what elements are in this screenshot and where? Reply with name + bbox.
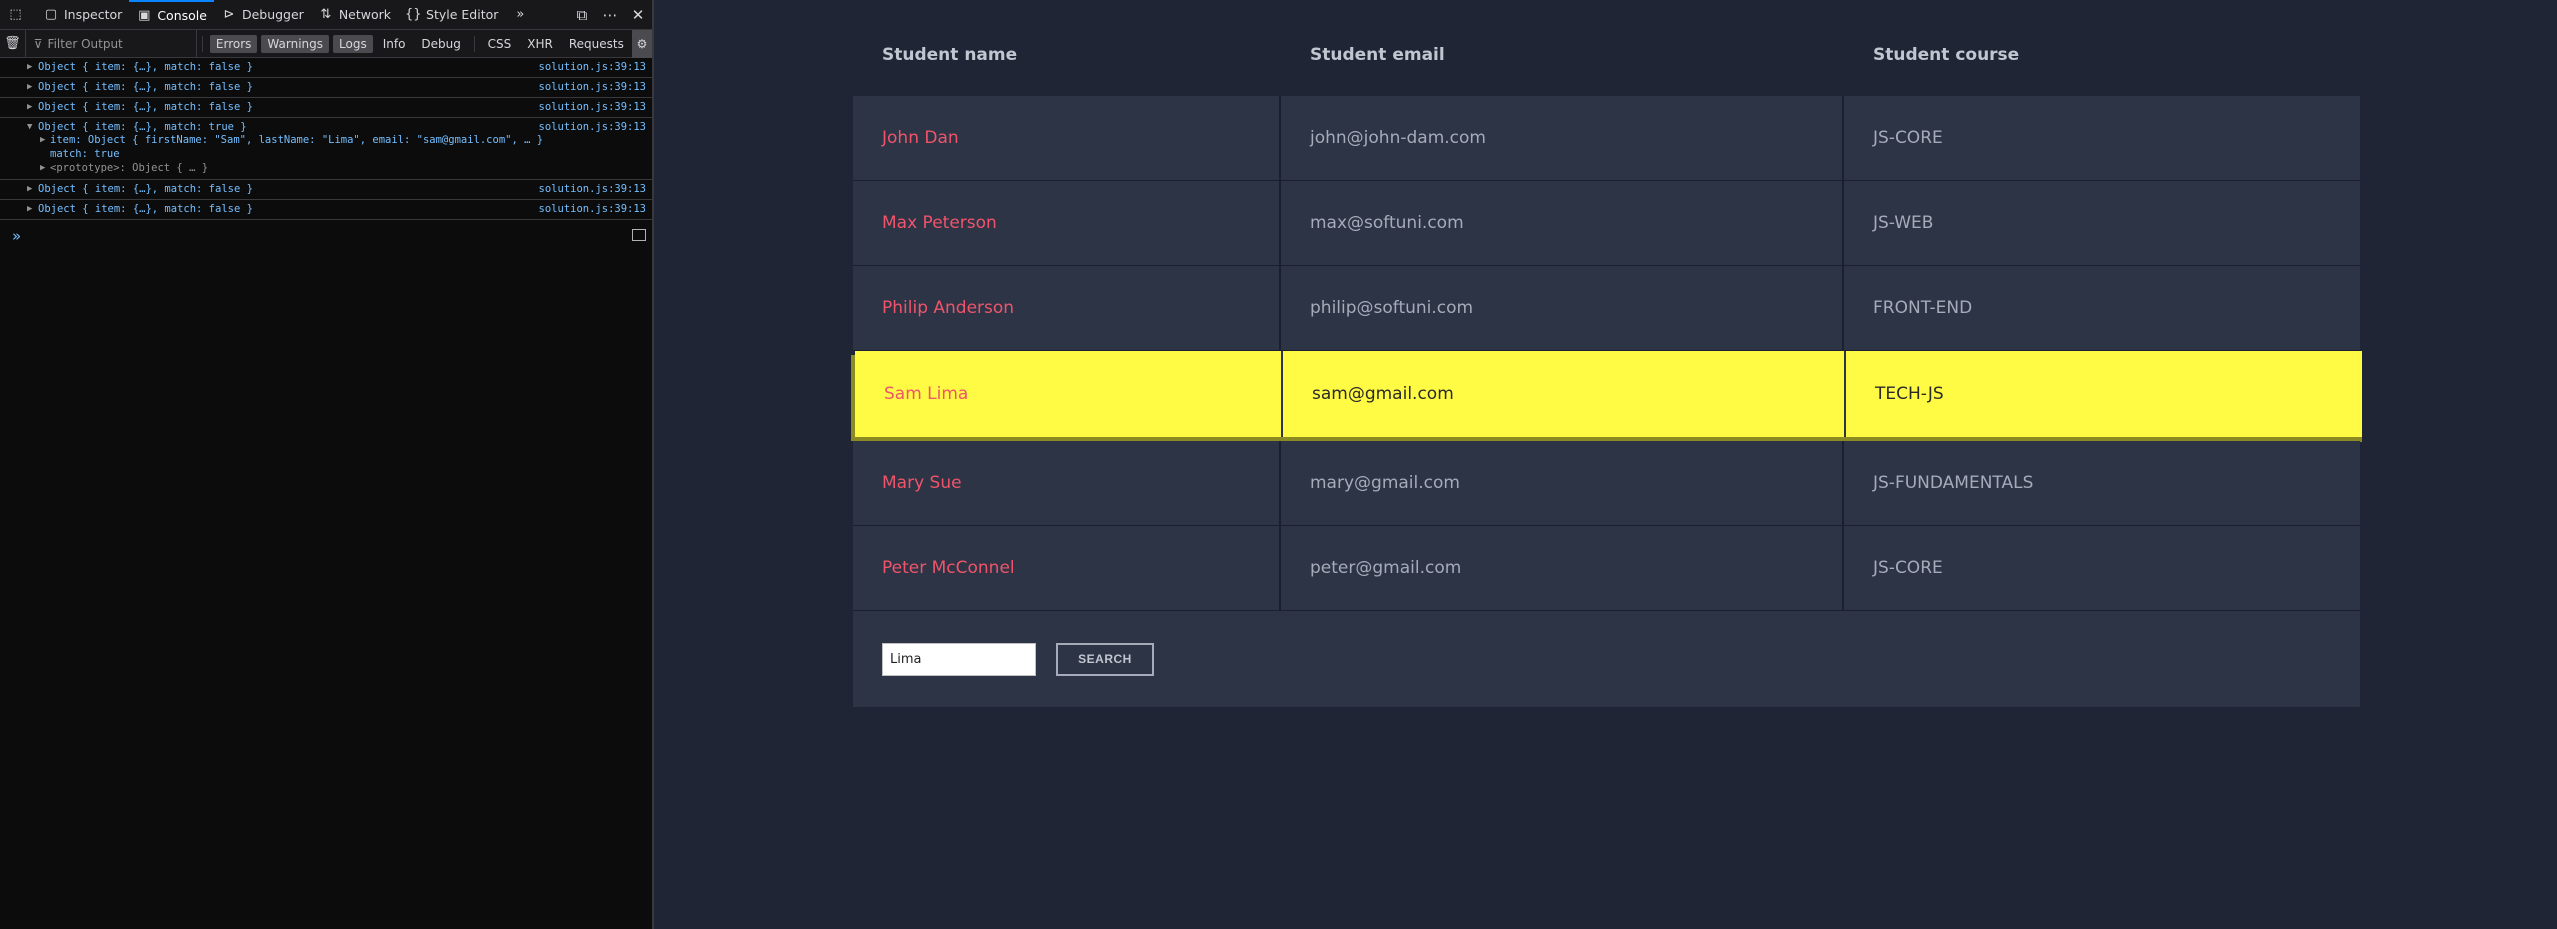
console-log-entry[interactable]: ▶ Object { item: {…}, match: false } solut… — [0, 200, 652, 220]
prompt-chevron-icon: » — [12, 227, 22, 245]
close-icon[interactable]: ✕ — [624, 6, 652, 24]
log-property-item[interactable]: ▶ item: Object { firstName: "Sam", lastNa… — [38, 133, 644, 147]
search-input[interactable] — [882, 642, 1036, 676]
inspector-icon: ▢ — [44, 6, 58, 22]
header-student-course: Student course — [1873, 45, 2020, 65]
expand-triangle-icon[interactable]: ▶ — [40, 161, 45, 175]
student-course-cell: JS-CORE — [1873, 128, 1943, 148]
console-input[interactable]: » — [0, 220, 652, 252]
student-course-cell: JS-FUNDAMENTALS — [1873, 473, 2034, 493]
console-log-entry-expanded[interactable]: ▼ Object { item: {…}, match: true } soluti… — [0, 118, 652, 180]
gear-icon[interactable]: ⚙ — [631, 29, 652, 58]
style-editor-icon: {} — [405, 6, 422, 22]
toolbar-right: ⧉ ⋯ ✕ — [568, 0, 652, 30]
search-button[interactable]: SEARCH — [1056, 642, 1154, 676]
student-course-cell: TECH-JS — [1875, 384, 1944, 404]
student-course-cell: FRONT-END — [1873, 298, 1973, 318]
web-page: Student name Student email Student cours… — [656, 0, 2557, 929]
expand-triangle-icon[interactable]: ▶ — [27, 82, 32, 92]
student-email-cell: max@softuni.com — [1281, 181, 1844, 265]
log-source-link[interactable]: solution.js:39:13 — [539, 121, 646, 133]
student-name-cell: Max Peterson — [853, 181, 1281, 265]
network-icon: ⇅ — [320, 6, 332, 22]
console-log-entry[interactable]: ▶ Object { item: {…}, match: false } solut… — [0, 98, 652, 118]
filter-icon: ⊽ — [33, 36, 43, 51]
student-course-cell: JS-WEB — [1873, 213, 1934, 233]
console-log-entry[interactable]: ▶ Object { item: {…}, match: false } solut… — [0, 78, 652, 98]
table-header: Student name Student email Student cours… — [853, 0, 2360, 96]
filter-info[interactable]: Info — [377, 35, 412, 53]
dock-icon[interactable]: ⧉ — [568, 6, 596, 24]
tab-console[interactable]: ▣ Console — [129, 0, 214, 30]
student-email-cell: philip@softuni.com — [1281, 266, 1844, 350]
student-email-cell: peter@gmail.com — [1281, 526, 1844, 610]
chevron-double-right-icon: » — [516, 6, 525, 22]
filter-warnings[interactable]: Warnings — [261, 34, 330, 53]
tab-debugger[interactable]: ⊳ Debugger — [214, 0, 311, 30]
expand-triangle-icon[interactable]: ▶ — [27, 62, 32, 72]
student-course-cell: JS-CORE — [1873, 558, 1943, 578]
log-source-link[interactable]: solution.js:39:13 — [539, 61, 646, 73]
collapse-triangle-icon[interactable]: ▼ — [27, 122, 32, 132]
expand-triangle-icon[interactable]: ▶ — [27, 204, 32, 214]
log-source-link[interactable]: solution.js:39:13 — [539, 183, 646, 195]
element-picker-icon: ⬚ — [9, 6, 22, 22]
filter-debug[interactable]: Debug — [415, 35, 466, 53]
student-email-cell: mary@gmail.com — [1281, 441, 1844, 525]
tab-inspector[interactable]: ▢ Inspector — [36, 0, 129, 30]
console-icon: ▣ — [138, 7, 151, 23]
filter-xhr[interactable]: XHR — [521, 35, 559, 53]
table-row: Max Peterson max@softuni.com JS-WEB — [853, 181, 2360, 266]
table-row: Mary Sue mary@gmail.com JS-FUNDAMENTALS — [853, 441, 2360, 526]
console-log-entry[interactable]: ▶ Object { item: {…}, match: false } solut… — [0, 58, 652, 78]
expand-triangle-icon[interactable]: ▶ — [40, 133, 45, 147]
search-bar: SEARCH — [853, 611, 2360, 707]
filter-css[interactable]: CSS — [482, 35, 518, 53]
expand-triangle-icon[interactable]: ▶ — [27, 184, 32, 194]
log-source-link[interactable]: solution.js:39:13 — [539, 81, 646, 93]
table-row-highlighted: Sam Lima sam@gmail.com TECH-JS — [855, 351, 2362, 437]
students-table: Student name Student email Student cours… — [853, 0, 2362, 707]
student-name-cell: Philip Anderson — [853, 266, 1281, 350]
student-name-cell: Mary Sue — [853, 441, 1281, 525]
trash-icon[interactable]: 🗑 — [0, 36, 25, 51]
console-filter-bar: 🗑 ⊽ Filter Output Errors Warnings Logs In… — [0, 29, 652, 58]
filter-output-input[interactable]: ⊽ Filter Output — [24, 29, 198, 58]
table-row: John Dan john@john-dam.com JS-CORE — [853, 96, 2360, 181]
expand-triangle-icon[interactable]: ▶ — [27, 102, 32, 112]
log-property-prototype[interactable]: ▶ <prototype>: Object { … } — [38, 161, 644, 175]
log-source-link[interactable]: solution.js:39:13 — [539, 101, 646, 113]
table-row: Philip Anderson philip@softuni.com FRONT… — [853, 266, 2360, 351]
devtools-toolbar: ⬚ ▢ Inspector ▣ Console ⊳ Debugger ⇅ Network… — [0, 0, 652, 30]
element-picker-button[interactable]: ⬚ — [0, 0, 36, 30]
student-email-cell: john@john-dam.com — [1281, 96, 1844, 180]
separator — [202, 35, 203, 52]
filter-requests[interactable]: Requests — [563, 35, 630, 53]
separator — [473, 35, 475, 52]
debugger-icon: ⊳ — [223, 6, 235, 22]
log-property-match: match: true — [50, 148, 120, 160]
header-student-email: Student email — [1310, 45, 1445, 65]
student-name-cell: John Dan — [853, 96, 1281, 180]
more-tabs-button[interactable]: » — [505, 0, 540, 30]
header-student-name: Student name — [882, 45, 1018, 65]
student-name-cell: Sam Lima — [855, 351, 1283, 437]
table-row: Peter McConnel peter@gmail.com JS-CORE — [853, 526, 2360, 611]
filter-errors[interactable]: Errors — [209, 34, 258, 53]
tab-network[interactable]: ⇅ Network — [311, 0, 398, 30]
tab-style-editor[interactable]: {} Style Editor — [398, 0, 505, 30]
more-options-icon[interactable]: ⋯ — [596, 6, 624, 24]
student-name-cell: Peter McConnel — [853, 526, 1281, 610]
log-source-link[interactable]: solution.js:39:13 — [539, 203, 646, 215]
split-console-icon[interactable] — [632, 229, 646, 241]
filter-logs[interactable]: Logs — [333, 34, 373, 53]
devtools-panel: ⬚ ▢ Inspector ▣ Console ⊳ Debugger ⇅ Network… — [0, 0, 654, 929]
student-email-cell: sam@gmail.com — [1283, 351, 1846, 437]
console-log-entry[interactable]: ▶ Object { item: {…}, match: false } solut… — [0, 180, 652, 200]
